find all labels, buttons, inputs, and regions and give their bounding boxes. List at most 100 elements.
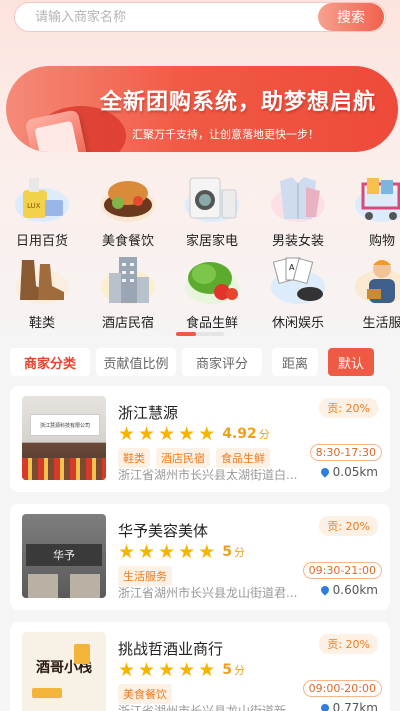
location-pin-icon <box>318 466 331 478</box>
merchant-image: 浙江慧源科技有限公司 <box>22 396 106 480</box>
category-label: 酒店民宿 <box>101 316 154 331</box>
category-clothing[interactable]: 男装女装 <box>262 174 334 254</box>
category-label: 鞋类 <box>28 316 55 331</box>
tag-list: 美食餐饮 <box>118 684 178 704</box>
category-life-service[interactable]: 生活服 <box>346 256 400 336</box>
category-label: 美食餐饮 <box>101 234 154 249</box>
merchant-address: 浙江省湖州市长兴县龙山街道新... <box>118 704 298 711</box>
tag-list: 鞋类 酒店民宿 食品生鲜 <box>118 448 276 468</box>
tab-contribution[interactable]: 贡献值比例 <box>96 348 176 376</box>
location-pin-icon <box>318 702 331 711</box>
fresh-food-icon <box>181 256 243 304</box>
star-icon: ★ <box>118 541 136 563</box>
distance-value: 0.05km <box>332 465 378 479</box>
category-label: 食品生鲜 <box>185 316 238 331</box>
merchant-card[interactable]: 华予 华予美容美体 ★ ★ ★ ★ ★ 5 分 生活服务 浙江省湖州市长兴县龙山… <box>10 504 390 610</box>
merchant-card[interactable]: 酒哥小栈 挑战哲酒业商行 ★ ★ ★ ★ ★ 5 分 美食餐饮 浙江省湖州市长兴… <box>10 622 390 711</box>
svg-text:LUX: LUX <box>27 202 41 210</box>
promo-banner[interactable]: 全新团购系统，助梦想启航 汇聚万千支持，让创意落地更快一步！ <box>6 66 398 152</box>
rating-unit: 分 <box>233 664 245 677</box>
shopping-cart-icon <box>351 174 400 222</box>
category-tag: 酒店民宿 <box>156 448 210 468</box>
star-icon: ★ <box>178 423 196 445</box>
life-service-icon <box>351 256 400 304</box>
merchant-image: 华予 <box>22 514 106 598</box>
merchant-image: 酒哥小栈 <box>22 632 106 711</box>
category-label: 日用百货 <box>15 234 68 249</box>
rating-stars: ★ ★ ★ ★ ★ 5 分 <box>118 542 245 562</box>
tab-category[interactable]: 商家分类 <box>10 348 90 376</box>
merchant-sign-text: 华予 <box>53 549 75 562</box>
distance-value: 0.77km <box>332 701 378 711</box>
star-icon: ★ <box>158 423 176 445</box>
category-tag: 美食餐饮 <box>118 684 172 704</box>
contribution-badge: 贡: 20% <box>319 634 378 654</box>
daily-goods-icon: LUX <box>11 174 73 222</box>
tab-default[interactable]: 默认 <box>328 348 374 376</box>
merchant-address: 浙江省湖州市长兴县龙山街道君... <box>118 586 298 600</box>
star-icon: ★ <box>198 423 216 445</box>
star-icon: ★ <box>158 541 176 563</box>
star-icon: ★ <box>118 659 136 681</box>
rating-score: 5 <box>222 662 232 678</box>
merchant-address: 浙江省湖州市长兴县太湖街道白... <box>118 468 298 482</box>
category-hotel[interactable]: 酒店民宿 <box>92 256 164 336</box>
food-icon <box>97 174 159 222</box>
rating-unit: 分 <box>258 428 270 441</box>
business-hours: 09:30-21:00 <box>302 562 382 579</box>
merchant-name: 浙江慧源 <box>118 404 179 422</box>
distance-value: 0.60km <box>332 583 378 597</box>
category-label: 休闲娱乐 <box>271 316 324 331</box>
rating-stars: ★ ★ ★ ★ ★ 5 分 <box>118 660 245 680</box>
clothing-icon <box>267 174 329 222</box>
star-icon: ★ <box>198 541 216 563</box>
merchant-name: 挑战哲酒业商行 <box>118 640 224 658</box>
category-tag: 食品生鲜 <box>216 448 270 468</box>
shoes-icon <box>11 256 73 304</box>
business-hours: 8:30-17:30 <box>309 444 382 461</box>
pager-indicator <box>176 332 196 336</box>
category-entertainment[interactable]: A 休闲娱乐 <box>262 256 334 336</box>
star-icon: ★ <box>198 659 216 681</box>
rating-unit: 分 <box>233 546 245 559</box>
category-label: 男装女装 <box>271 234 324 249</box>
category-label: 购物 <box>368 234 395 249</box>
rating-stars: ★ ★ ★ ★ ★ 4.92 分 <box>118 424 270 444</box>
tab-rating[interactable]: 商家评分 <box>182 348 262 376</box>
category-label: 家居家电 <box>185 234 238 249</box>
category-pager <box>176 332 224 336</box>
search-bar: 搜索 <box>14 2 386 32</box>
tag-list: 生活服务 <box>118 566 178 586</box>
category-daily-goods[interactable]: LUX 日用百货 <box>6 174 78 254</box>
star-icon: ★ <box>158 659 176 681</box>
category-label: 生活服 <box>362 316 400 331</box>
search-input[interactable] <box>15 3 318 31</box>
svg-text:A: A <box>289 263 295 272</box>
distance: 0.60km <box>318 583 378 597</box>
rating-score: 4.92 <box>222 426 257 442</box>
hotel-icon <box>97 256 159 304</box>
star-icon: ★ <box>138 541 156 563</box>
category-food[interactable]: 美食餐饮 <box>92 174 164 254</box>
distance: 0.77km <box>318 701 378 711</box>
merchant-sign-text: 浙江慧源科技有限公司 <box>39 422 90 429</box>
star-icon: ★ <box>138 659 156 681</box>
entertainment-icon: A <box>267 256 329 304</box>
contribution-badge: 贡: 20% <box>319 398 378 418</box>
category-appliance[interactable]: 家居家电 <box>176 174 248 254</box>
star-icon: ★ <box>178 541 196 563</box>
appliance-icon <box>181 174 243 222</box>
business-hours: 09:00-20:00 <box>302 680 382 697</box>
category-shoes[interactable]: 鞋类 <box>6 256 78 336</box>
tab-distance[interactable]: 距离 <box>272 348 318 376</box>
merchant-card[interactable]: 浙江慧源科技有限公司 浙江慧源 ★ ★ ★ ★ ★ 4.92 分 鞋类 酒店民宿… <box>10 386 390 492</box>
search-button[interactable]: 搜索 <box>318 3 384 31</box>
category-tag: 生活服务 <box>118 566 172 586</box>
distance: 0.05km <box>318 465 378 479</box>
category-fresh-food[interactable]: 食品生鲜 <box>176 256 248 336</box>
category-tag: 鞋类 <box>118 448 150 468</box>
category-shopping[interactable]: 购物 <box>346 174 400 254</box>
rating-score: 5 <box>222 544 232 560</box>
star-icon: ★ <box>178 659 196 681</box>
banner-subtitle: 汇聚万千支持，让创意落地更快一步！ <box>132 128 319 141</box>
